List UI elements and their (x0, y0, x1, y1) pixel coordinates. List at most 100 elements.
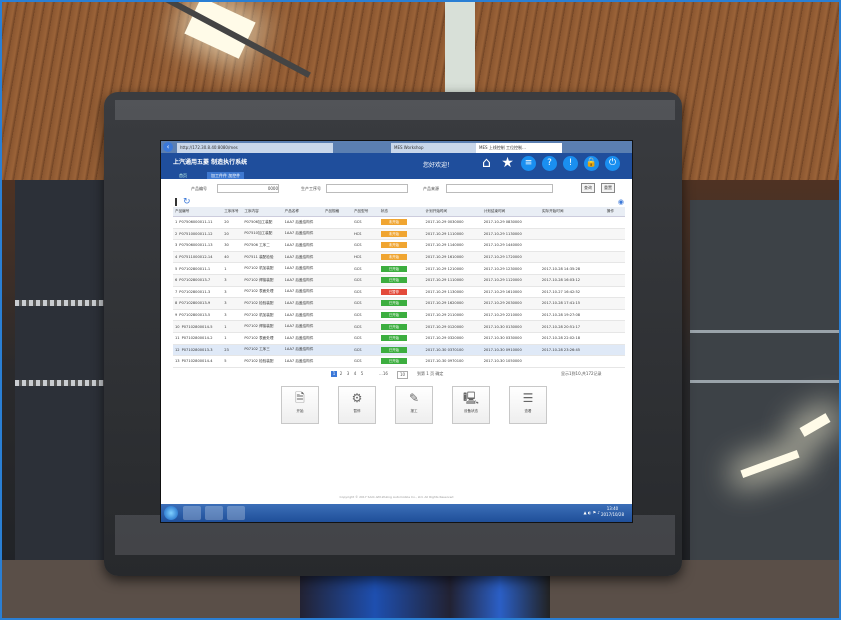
power-icon[interactable]: ⏻ (605, 156, 620, 171)
cell-status: 已开始 (378, 297, 424, 310)
taskbar-app-icon[interactable] (227, 506, 245, 520)
table-row[interactable]: 5 P07102800011-1 1 P07102 机加装配 1AA7 后盖结构件 GCS… (173, 262, 625, 275)
page-number[interactable]: 4 (352, 371, 358, 377)
eye-icon[interactable]: ◉ (618, 198, 624, 206)
cell-spec (322, 216, 352, 229)
action-button-0[interactable]: 🗎 开始 (281, 385, 319, 424)
row-number: 4 (175, 255, 178, 260)
cell-plan_start: 2017-10-29 1210000 (423, 262, 482, 275)
cell-model: GCS (351, 332, 379, 345)
status-badge: 未开始 (380, 254, 407, 261)
process-field[interactable] (326, 184, 408, 193)
home-icon[interactable]: ⌂ (479, 156, 494, 171)
cell-spec (322, 344, 352, 357)
taskbar-folder-icon[interactable] (205, 506, 223, 520)
app-header: 上汽通用五菱 制造执行系统 首页 加工件件 加控件 您好欢迎！ ⌂ ★ ≡ ? … (161, 153, 632, 179)
column-header[interactable]: 操作 (604, 207, 625, 217)
cell-seq: 5 (222, 355, 243, 368)
column-header[interactable]: 计划开始时间 (423, 207, 482, 217)
cell-code: 7 P07102800011-3 (173, 286, 223, 299)
cell-op: P07102 焊接装配 (242, 320, 283, 333)
cell-op (604, 355, 625, 368)
column-header[interactable]: 工序内容 (242, 207, 283, 217)
info-icon[interactable]: ! (563, 156, 578, 171)
page-number[interactable]: 5 (359, 371, 365, 377)
action-label: 查看 (524, 408, 532, 413)
action-button-4[interactable]: ☰ 查看 (509, 385, 547, 424)
page-goto[interactable]: 到第 1 页 确定 (417, 371, 443, 377)
cell-plan_start: 2017-10-29 1620000 (423, 297, 482, 310)
table-row[interactable]: 7 P07102800011-3 3 P07102 表面处理 1AA7 后盖结构件 GCS… (173, 286, 625, 299)
page-number[interactable]: 2 (338, 371, 344, 377)
refresh-icon[interactable]: ↻ (183, 197, 191, 207)
column-header[interactable]: 产品型号 (351, 207, 379, 217)
action-button-3[interactable]: 🖳 设备状态 (452, 385, 490, 424)
table-row[interactable]: 1 P07506000011-11 20 P07506加工装配 1AA7 后盖结构件 GC… (173, 216, 625, 229)
cell-plan_start: 2017-10-29 1610000 (423, 251, 482, 264)
column-header[interactable]: 计划结束时间 (481, 207, 540, 217)
table-row[interactable]: 2 P07510000011-12 20 P07510加工装配 1AA7 后盖结构件 HC… (173, 228, 625, 241)
action-button-1[interactable]: ⚙ 暂停 (338, 385, 376, 424)
table-row[interactable]: 12 P07102800013-3 23 P07102 工序三 1AA7 后盖结构件 GC… (173, 344, 625, 357)
lock-icon[interactable]: 🔒 (584, 156, 599, 171)
page-number[interactable]: 1 (331, 370, 337, 377)
column-header[interactable]: 实际开始时间 (539, 207, 605, 217)
cell-op: P07102 机加装配 (242, 309, 283, 322)
column-header[interactable]: 产品规格 (322, 207, 352, 217)
blue-machine (300, 570, 550, 620)
source-label: 产品来源 (423, 186, 439, 191)
start-button[interactable] (164, 506, 178, 520)
table-row[interactable]: 11 P07102800014-2 1 P07102 表面处理 1AA7 后盖结构件 GC… (173, 332, 625, 345)
cell-spec (322, 309, 352, 322)
cell-name: 1AA7 后盖结构件 (282, 286, 323, 299)
column-header[interactable]: 工序序号 (222, 207, 243, 217)
back-icon[interactable]: ‹ (163, 142, 173, 152)
table-row[interactable]: 4 P07511000012-14 40 P07511 装配检验 1AA7 后盖结构件 H… (173, 251, 625, 264)
tab-module[interactable]: 加工件件 加控件 (207, 172, 245, 179)
action-button-2[interactable]: ✎ 报工 (395, 385, 433, 424)
table-row[interactable]: 6 P07102800013-7 3 P07102 焊接装配 1AA7 后盖结构件 GCS… (173, 274, 625, 287)
browser-tab[interactable]: MES Workshop (391, 143, 477, 153)
cell-op: P07102 机加装配 (242, 262, 283, 275)
cell-plan_start: 2017-10-29 1130000 (423, 286, 482, 299)
rack-vent (15, 380, 115, 386)
table-row[interactable]: 13 P07102800014-4 5 P07102 检验装配 1AA7 后盖结构件 GC… (173, 355, 625, 368)
browser-tab[interactable]: http://172.30.8.40:8080/mes (177, 143, 333, 153)
cell-act_start: 2017-10-28 20:51:17 (539, 320, 605, 333)
row-number: 9 (175, 313, 178, 318)
page-next[interactable]: ...16 (379, 371, 388, 377)
column-header[interactable]: 状态 (378, 207, 424, 217)
cell-model: GCS (351, 239, 379, 252)
app-logo: 上汽通用五菱 制造执行系统 (173, 159, 248, 166)
table-body: 1 P07506000011-11 20 P07506加工装配 1AA7 后盖结构件 GC… (173, 216, 625, 368)
reset-button[interactable]: 重置 (601, 183, 615, 193)
product-no-field[interactable]: 0000 (217, 184, 279, 193)
cell-plan_start: 2017-10-29 2110000 (423, 309, 482, 322)
table-row[interactable]: 9 P07102800013-5 3 P07102 机加装配 1AA7 后盖结构件 GCS… (173, 309, 625, 322)
document-icon: 🗎 (295, 390, 305, 405)
list-icon[interactable]: ≡ (521, 156, 536, 171)
cell-plan_end: 2017-10-30 0330000 (481, 332, 540, 345)
query-button[interactable]: 查询 (581, 183, 595, 193)
source-field[interactable] (446, 184, 553, 193)
cell-model: GCS (351, 320, 379, 333)
column-header[interactable]: 产品编号 (173, 207, 223, 217)
cell-op (604, 286, 625, 299)
tab-home[interactable]: 首页 (179, 172, 187, 179)
cell-name: 1AA7 后盖结构件 (282, 320, 323, 333)
page-size-select[interactable]: 10 (397, 370, 409, 379)
table-row[interactable]: 8 P07102800013-9 3 P07102 检验装配 1AA7 后盖结构件 GCS… (173, 297, 625, 310)
table-row[interactable]: 3 P07506000011-13 30 P07506 工序二 1AA7 后盖结构件 GC… (173, 239, 625, 252)
table-row[interactable]: 10 P07102800014-5 1 P07102 焊接装配 1AA7 后盖结构件 GC… (173, 320, 625, 333)
help-icon[interactable]: ? (542, 156, 557, 171)
taskbar-ie-icon[interactable] (183, 506, 201, 520)
cell-model: HCS (351, 228, 379, 241)
column-header[interactable]: 产品名称 (282, 207, 323, 217)
cell-model: GCS (351, 216, 379, 229)
page-number[interactable]: 3 (345, 371, 351, 377)
star-icon[interactable]: ★ (500, 156, 515, 171)
cell-code: 2 P07510000011-12 (173, 228, 223, 241)
browser-tab-active[interactable]: MES 上线控制 工位控制... (476, 143, 562, 153)
cell-spec (322, 239, 352, 252)
row-number: 1 (175, 220, 178, 225)
